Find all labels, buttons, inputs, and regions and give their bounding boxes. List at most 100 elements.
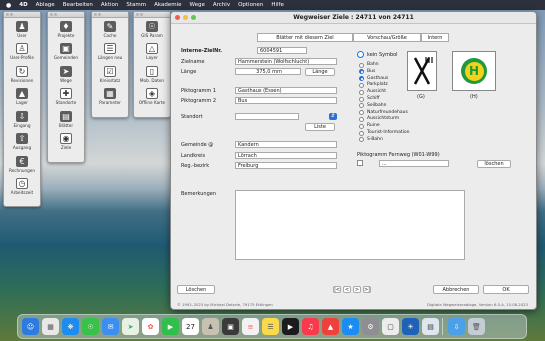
radio-aussichtsturm[interactable] (359, 116, 364, 122)
radio-naturfreundehaus[interactable] (359, 110, 364, 116)
fernweg-checkbox[interactable] (357, 160, 363, 166)
trash-icon[interactable]: 🗑 (468, 318, 485, 335)
parameter-button[interactable]: ▦ Parameter (92, 86, 128, 109)
ziele-button[interactable]: ◉ Ziele (48, 131, 84, 154)
symbol-option-label: Aussichtsturm (367, 116, 400, 122)
standorte-button[interactable]: ✚ Standorte (48, 86, 84, 109)
radio-seilbahn[interactable] (359, 103, 364, 109)
pikto1-field[interactable]: Gasthaus (Essen) (235, 87, 337, 94)
tab-blaetter[interactable]: Blätter mit diesem Ziel (257, 33, 353, 42)
maps-icon[interactable]: ➤ (122, 318, 139, 335)
symbol-option-label: S-Bahn (367, 136, 383, 142)
mob-daten-button[interactable]: ▯ Mob. Daten (134, 63, 170, 86)
contacts-icon[interactable]: ♟ (202, 318, 219, 335)
downloads-folder-icon[interactable]: ⇩ (448, 318, 465, 335)
apple-menu-icon[interactable]: ● (6, 2, 11, 9)
intern-field[interactable]: 6004591 (257, 47, 307, 54)
ok-button[interactable]: OK (483, 285, 529, 294)
blaetter-button[interactable]: ▤ Blätter (48, 108, 84, 131)
tab-vorschau[interactable]: Vorschau/Größe (353, 33, 421, 42)
last-record-button[interactable]: >| (363, 286, 371, 293)
weather-app-icon[interactable]: ☀ (402, 318, 419, 335)
offline-karte-button[interactable]: ◈ Offline Karte (134, 86, 170, 109)
facetime-icon[interactable]: ▶ (162, 318, 179, 335)
app-store-icon[interactable]: ★ (342, 318, 359, 335)
radio-bahn[interactable] (359, 62, 364, 68)
liste-button[interactable]: Liste (305, 123, 335, 131)
arbeitszeit-button[interactable]: ◷ Arbeitszeit (4, 176, 40, 199)
delete-button[interactable]: Löschen (177, 285, 215, 294)
fernweg-clear-button[interactable]: löschen (477, 160, 511, 168)
radio-ruine[interactable] (359, 123, 364, 129)
system-settings-icon[interactable]: ⚙ (362, 318, 379, 335)
menu-optionen[interactable]: Optionen (238, 2, 263, 8)
menu-akademie[interactable]: Akademie (154, 2, 181, 8)
wege-button[interactable]: ➤ Wege (48, 63, 84, 86)
music-icon[interactable]: ♫ (302, 318, 319, 335)
photos-icon[interactable]: ✿ (142, 318, 159, 335)
rechnungen-button[interactable]: € Rechnungen (4, 153, 40, 176)
radio-s-bahn[interactable] (359, 137, 364, 143)
bemerkungen-textarea[interactable] (235, 190, 465, 260)
eingang-button[interactable]: ⇩ Eingang (4, 108, 40, 131)
standort-dropdown-icon[interactable]: ⇵ (329, 113, 337, 120)
next-record-button[interactable]: > (353, 286, 361, 293)
previous-record-button[interactable]: < (343, 286, 351, 293)
menu-wege[interactable]: Wege (190, 2, 205, 8)
radio-schiff[interactable] (359, 96, 364, 102)
fernweg-label: Piktogramm Fernweg (W01-W99) (357, 152, 440, 158)
radio-gasthaus[interactable] (359, 76, 364, 82)
laenge-field[interactable]: 375,0 mm (235, 68, 301, 75)
finder-icon[interactable]: ☺ (22, 318, 39, 335)
menu-stamm[interactable]: Stamm (126, 2, 146, 8)
radio-parkplatz[interactable] (359, 82, 364, 88)
pikto2-field[interactable]: Bus (235, 97, 337, 104)
app-menu[interactable]: 4D (19, 2, 27, 8)
menu-bearbeiten[interactable]: Bearbeiten (63, 2, 93, 8)
4d-app-icon[interactable]: ▣ (222, 318, 239, 335)
gis-param-button[interactable]: ☉ GIS Param (134, 18, 170, 41)
menu-ablage[interactable]: Ablage (36, 2, 55, 8)
menu-hilfe[interactable]: Hilfe (271, 2, 284, 8)
user-button[interactable]: ♟ User (4, 18, 40, 41)
gemeinden-button[interactable]: ▣ Gemeinden (48, 41, 84, 64)
layer-button[interactable]: △ Layer (134, 41, 170, 64)
projekte-button[interactable]: ♦ Projekte (48, 18, 84, 41)
reminders-icon[interactable]: ≡ (242, 318, 259, 335)
cancel-button[interactable]: Abbrechen (433, 285, 479, 294)
safari-icon[interactable]: ❋ (62, 318, 79, 335)
laengen-neu-button[interactable]: ☰ Längen neu (92, 41, 128, 64)
tab-intern[interactable]: Intern (421, 33, 449, 42)
launchpad-icon[interactable]: ▦ (42, 318, 59, 335)
calendar-icon[interactable]: 27 (182, 318, 199, 335)
user-profile-button[interactable]: ♙ User-Profile (4, 41, 40, 64)
menu-archiv[interactable]: Archiv (213, 2, 230, 8)
cache-button[interactable]: ✎ Cache (92, 18, 128, 41)
kreisstatz-button[interactable]: ☑ Kreisstatz (92, 63, 128, 86)
window-preview-icon[interactable]: ▢ (382, 318, 399, 335)
radio-aussicht[interactable] (359, 89, 364, 95)
mail-icon[interactable]: ✉ (102, 318, 119, 335)
radio-kein-symbol[interactable] (357, 51, 364, 58)
laenge-button[interactable]: Länge (305, 68, 335, 76)
preview-app-icon[interactable]: ▤ (422, 318, 439, 335)
wegweiser-ziele-window: Wegweiser Ziele : 24711 von 24711 Blätte… (170, 11, 537, 310)
tv-icon[interactable]: ▶ (282, 318, 299, 335)
landkreis-field[interactable]: Lörrach (235, 152, 337, 159)
gemeinde-field[interactable]: Kandern (235, 141, 337, 148)
first-record-button[interactable]: |< (333, 286, 341, 293)
bezirk-field[interactable]: Freiburg (235, 162, 337, 169)
notes-icon[interactable]: ☰ (262, 318, 279, 335)
bemerkungen-label: Bemerkungen (181, 191, 217, 197)
radio-tourist-information[interactable] (359, 130, 364, 136)
revisionen-button[interactable]: ↻ Revisionen (4, 63, 40, 86)
news-icon[interactable]: ▲ (322, 318, 339, 335)
ausgang-button[interactable]: ⇧ Ausgang (4, 131, 40, 154)
standort-field[interactable] (235, 113, 299, 120)
menu-aktion[interactable]: Aktion (101, 2, 118, 8)
radio-bus[interactable] (359, 69, 364, 75)
zielname-field[interactable]: Hammerstein (Wolfschlucht) (235, 58, 337, 65)
messages-icon[interactable]: ☉ (82, 318, 99, 335)
lager-button[interactable]: ▲ Lager (4, 86, 40, 109)
fernweg-select[interactable]: ... (379, 160, 449, 167)
